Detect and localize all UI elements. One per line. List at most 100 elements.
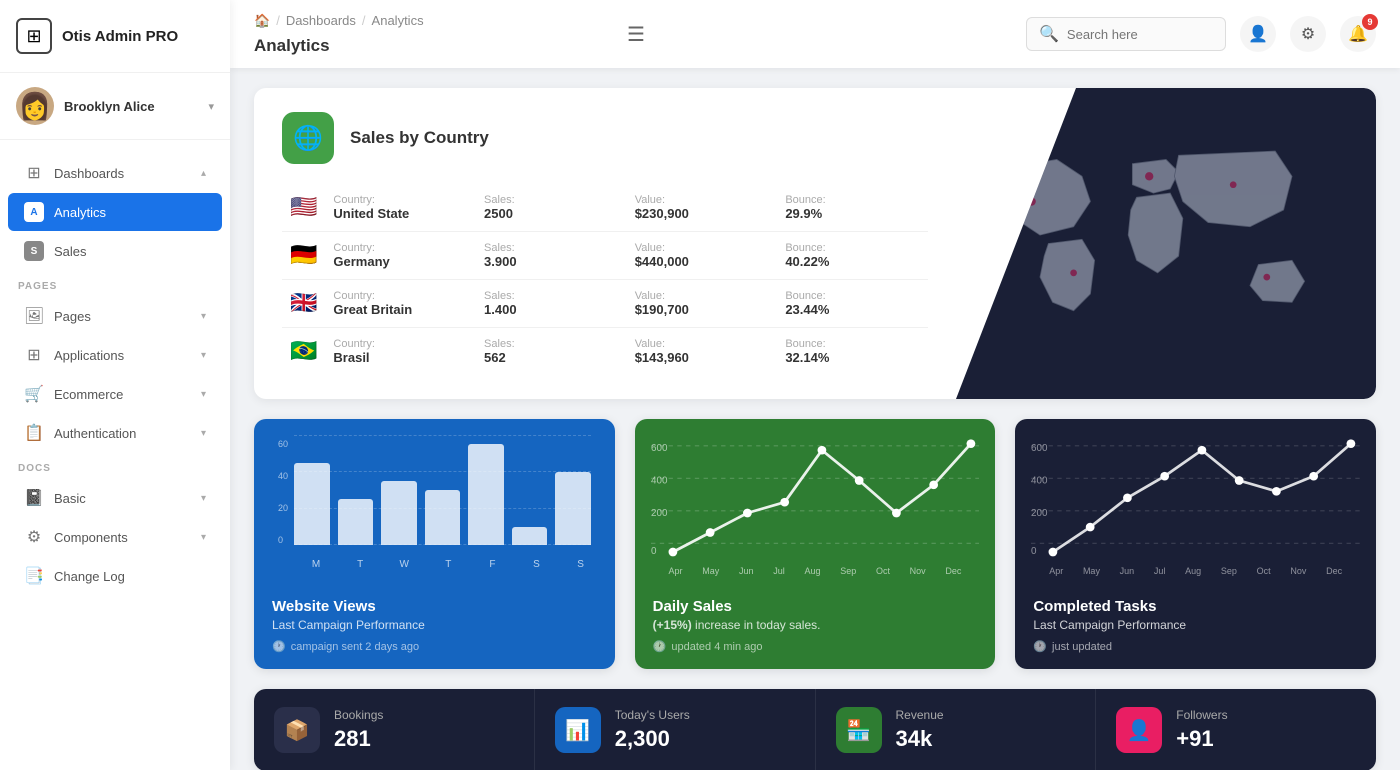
chevron-icon-components: ▾ (201, 532, 206, 543)
sales-badge: S (24, 241, 44, 261)
stat-item-users: 📊 Today's Users 2,300 (535, 689, 816, 770)
sidebar-item-changelog[interactable]: 📑 Change Log (8, 557, 222, 595)
main-content: 🏠 / Dashboards / Analytics Analytics ☰ 🔍… (230, 0, 1400, 770)
sidebar-user[interactable]: 👩 Brooklyn Alice ▾ (0, 73, 230, 140)
sidebar-item-authentication[interactable]: 📋 Authentication ▾ (8, 414, 222, 452)
chevron-icon-ecommerce: ▾ (201, 389, 206, 400)
sidebar-label-changelog: Change Log (54, 569, 125, 584)
sales-label: Sales: (484, 290, 619, 302)
daily-sales-x-labels: Apr May Jun Jul Aug Sep Oct Nov Dec (651, 566, 980, 576)
clock-icon-tasks: 🕐 (1033, 640, 1047, 653)
analytics-badge: A (24, 202, 44, 222)
country-label: Country: (333, 338, 468, 350)
daily-sales-suffix: increase in today sales. (695, 618, 820, 632)
sales-value: 1.400 (484, 302, 619, 317)
revenue-icon: 🏪 (836, 707, 882, 753)
bounce-data: Bounce: 32.14% (777, 328, 928, 376)
sidebar-item-pages[interactable]: 🖼 Pages ▾ (8, 297, 222, 335)
stat-value-followers: +91 (1176, 726, 1227, 752)
world-map-svg (956, 88, 1376, 399)
header-right: 🔍 👤 ⚙ 🔔 9 (1026, 16, 1376, 52)
bounce-label: Bounce: (785, 242, 920, 254)
search-input[interactable] (1067, 27, 1213, 42)
changelog-icon: 📑 (24, 566, 44, 586)
page-title: Analytics (254, 36, 330, 56)
x-label: S (563, 559, 599, 570)
bar-wrap (512, 435, 548, 545)
logo-symbol: ⊞ (26, 26, 41, 47)
bounce-label: Bounce: (785, 290, 920, 302)
sidebar-item-ecommerce[interactable]: 🛒 Ecommerce ▾ (8, 375, 222, 413)
sidebar-item-dashboards[interactable]: ⊞ Dashboards ▴ (8, 154, 222, 192)
breadcrumb-dashboards[interactable]: Dashboards (286, 13, 356, 28)
country-value: Germany (333, 254, 468, 269)
chevron-icon-pages: ▾ (201, 311, 206, 322)
value-value: $440,000 (635, 254, 770, 269)
avatar: 👩 (16, 87, 54, 125)
x-label: F (474, 559, 510, 570)
sidebar-label-applications: Applications (54, 348, 124, 363)
sidebar-nav: ⊞ Dashboards ▴ A Analytics S Sales PAGES… (0, 140, 230, 770)
svg-text:200: 200 (651, 508, 668, 519)
stat-text-revenue: Revenue 34k (896, 708, 944, 752)
value-label: Value: (635, 338, 770, 350)
world-map (956, 88, 1376, 399)
notifications-button[interactable]: 🔔 9 (1340, 16, 1376, 52)
gear-icon: ⚙ (1301, 24, 1315, 44)
sidebar-item-analytics[interactable]: A Analytics (8, 193, 222, 231)
website-views-subtitle: Last Campaign Performance (272, 618, 597, 632)
completed-tasks-card: 0 200 400 600 (1015, 419, 1376, 669)
bar-wrap (294, 435, 330, 545)
docs-section-label: DOCS (0, 453, 230, 478)
sales-country-card: 🌐 Sales by Country 🇺🇸 Country: United St… (254, 88, 1376, 399)
country-data: Country: United State (325, 184, 476, 232)
value-data: Value: $190,700 (627, 280, 778, 328)
chevron-icon-auth: ▾ (201, 428, 206, 439)
country-data: Country: Germany (325, 232, 476, 280)
website-views-info: Website Views Last Campaign Performance … (254, 584, 615, 669)
user-name: Brooklyn Alice (64, 99, 198, 114)
bounce-value: 40.22% (785, 254, 920, 269)
stat-text-bookings: Bookings 281 (334, 708, 383, 752)
sales-country-left: 🌐 Sales by Country 🇺🇸 Country: United St… (254, 88, 956, 399)
bar (425, 490, 461, 545)
sidebar-item-sales[interactable]: S Sales (8, 232, 222, 270)
sidebar-label-authentication: Authentication (54, 426, 136, 441)
stat-text-followers: Followers +91 (1176, 708, 1227, 752)
search-box[interactable]: 🔍 (1026, 17, 1226, 51)
sales-label: Sales: (484, 338, 619, 350)
x-label: W (386, 559, 422, 570)
chevron-down-icon: ▾ (208, 100, 214, 113)
country-value: Great Britain (333, 302, 468, 317)
bar-wrap (381, 435, 417, 545)
bounce-value: 23.44% (785, 302, 920, 317)
svg-text:600: 600 (651, 443, 668, 454)
app-name: Otis Admin PRO (62, 28, 178, 45)
sales-value: 2500 (484, 206, 619, 221)
sidebar-item-basic[interactable]: 📓 Basic ▾ (8, 479, 222, 517)
completed-tasks-title: Completed Tasks (1033, 598, 1358, 615)
pages-section-label: PAGES (0, 271, 230, 296)
sidebar-item-applications[interactable]: ⊞ Applications ▾ (8, 336, 222, 374)
sidebar-item-components[interactable]: ⚙ Components ▾ (8, 518, 222, 556)
flag-cell: 🇧🇷 (282, 328, 325, 376)
svg-text:600: 600 (1031, 443, 1048, 454)
bar (555, 472, 591, 545)
profile-button[interactable]: 👤 (1240, 16, 1276, 52)
menu-toggle-icon[interactable]: ☰ (627, 22, 645, 47)
bar-wrap (555, 435, 591, 545)
sales-data: Sales: 2500 (476, 184, 627, 232)
country-label: Country: (333, 290, 468, 302)
search-icon: 🔍 (1039, 24, 1059, 44)
users-icon: 📊 (555, 707, 601, 753)
breadcrumb-current: Analytics (372, 13, 424, 28)
globe-icon: 🌐 (282, 112, 334, 164)
bounce-label: Bounce: (785, 338, 920, 350)
chevron-icon-applications: ▾ (201, 350, 206, 361)
value-data: Value: $143,960 (627, 328, 778, 376)
home-icon: 🏠 (254, 13, 270, 29)
settings-button[interactable]: ⚙ (1290, 16, 1326, 52)
stat-text-users: Today's Users 2,300 (615, 708, 690, 752)
value-data: Value: $440,000 (627, 232, 778, 280)
svg-text:0: 0 (651, 546, 657, 557)
